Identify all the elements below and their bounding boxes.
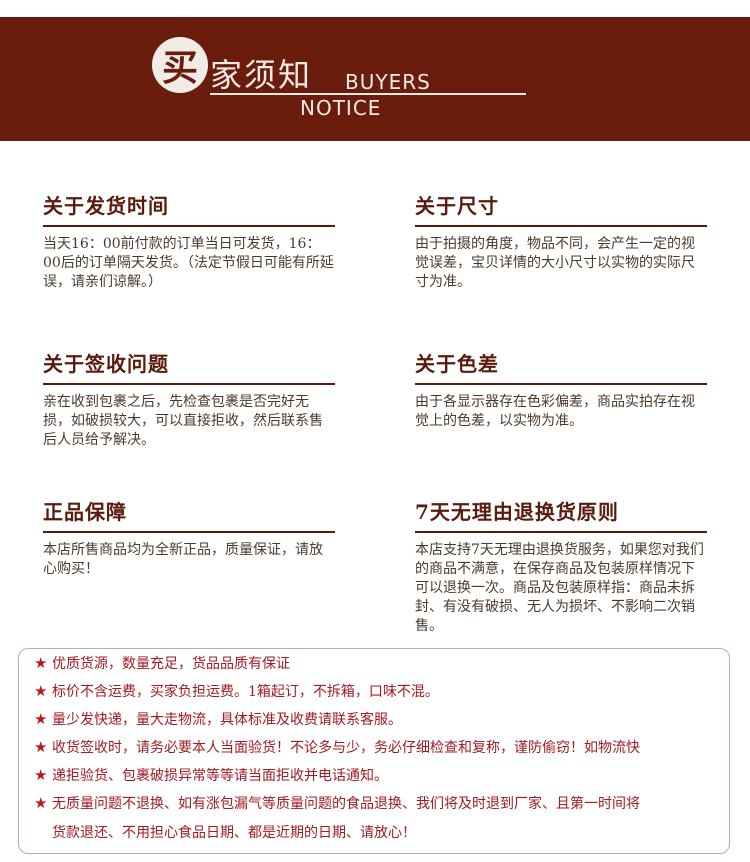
notice-item: ★ 无质量问题不退换、如有涨包漏气等质量问题的食品退换、我们将及时退到厂家、且第… (34, 793, 640, 813)
notice-text-continued: 货款退还、不用担心食品日期、都是近期的日期、请放心！ (52, 825, 416, 841)
notice-item: ★ 优质货源，数量充足，货品品质有保证 (34, 653, 290, 673)
star-icon: ★ (34, 738, 48, 756)
notice-item: ★ 标价不含运费，买家负担运费。1箱起订，不拆箱，口味不混。 (34, 681, 439, 701)
notice-text: 量少发快递，量大走物流，具体标准及收费请联系客服。 (52, 712, 402, 728)
section-title: 关于色差 (415, 348, 707, 385)
notice-text: 标价不含运费，买家负担运费。1箱起订，不拆箱，口味不混。 (52, 684, 439, 700)
section-text: 本店所售商品均为全新正品，质量保证，请放心购买！ (43, 542, 323, 577)
section-size: 关于尺寸 由于拍摄的角度，物品不同，会产生一定的视觉误差，宝贝详情的大小尺寸以实… (415, 190, 707, 292)
star-icon: ★ (34, 710, 48, 728)
star-icon: ★ (34, 682, 48, 700)
section-title: 7天无理由退换货原则 (415, 496, 707, 533)
notice-text: 收货签收时，请务必要本人当面验货！不论多与少，务必仔细检查和复称，谨防偷窃！如物… (52, 740, 640, 756)
header-english-notice: NOTICE (300, 96, 382, 120)
section-color-difference: 关于色差 由于各显示器存在色彩偏差，商品实拍存在视觉上的色差，以实物为准。 (415, 348, 707, 431)
section-text: 由于拍摄的角度，物品不同，会产生一定的视觉误差，宝贝详情的大小尺寸以实物的实际尺… (415, 236, 695, 290)
section-title: 关于发货时间 (43, 190, 335, 227)
star-icon: ★ (34, 794, 48, 812)
notice-text: 无质量问题不退换、如有涨包漏气等质量问题的食品退换、我们将及时退到厂家、且第一时… (52, 796, 640, 812)
section-text: 亲在收到包裹之后，先检查包裹是否完好无损，如破损较大，可以直接拒收，然后联系售后… (43, 394, 323, 448)
notice-text: 递拒验货、包裹破损异常等等请当面拒收并电话通知。 (52, 768, 388, 784)
section-return-policy: 7天无理由退换货原则 本店支持7天无理由退换货服务，如果您对我们的商品不满意，在… (415, 496, 707, 636)
title-badge: 买 (152, 37, 208, 93)
notice-item: ★ 收货签收时，请务必要本人当面验货！不论多与少，务必仔细检查和复称，谨防偷窃！… (34, 737, 640, 757)
section-text: 由于各显示器存在色彩偏差，商品实拍存在视觉上的色差，以实物为准。 (415, 394, 695, 429)
star-icon: ★ (34, 766, 48, 784)
header-title: 家须知 (210, 56, 313, 94)
star-icon: ★ (34, 654, 48, 672)
section-shipping-time: 关于发货时间 当天16：00前付款的订单当日可发货，16：00后的订单隔天发货。… (43, 190, 335, 292)
section-text: 当天16：00前付款的订单当日可发货，16：00后的订单隔天发货。（法定节假日可… (43, 236, 334, 290)
section-title: 正品保障 (43, 496, 335, 533)
section-receipt: 关于签收问题 亲在收到包裹之后，先检查包裹是否完好无损，如破损较大，可以直接拒收… (43, 348, 335, 450)
notice-item: ★ 量少发快递，量大走物流，具体标准及收费请联系客服。 (34, 709, 402, 729)
section-authenticity: 正品保障 本店所售商品均为全新正品，质量保证，请放心购买！ (43, 496, 335, 579)
section-title: 关于签收问题 (43, 348, 335, 385)
header-divider (210, 93, 526, 95)
section-title: 关于尺寸 (415, 190, 707, 227)
header-english-buyers: BUYERS (345, 70, 431, 94)
notice-text: 优质货源，数量充足，货品品质有保证 (52, 656, 290, 672)
section-text: 本店支持7天无理由退换货服务，如果您对我们的商品不满意，在保存商品及包装原样情况… (415, 542, 704, 634)
title-badge-char: 买 (161, 47, 198, 89)
notice-item: ★ 递拒验货、包裹破损异常等等请当面拒收并电话通知。 (34, 765, 388, 785)
